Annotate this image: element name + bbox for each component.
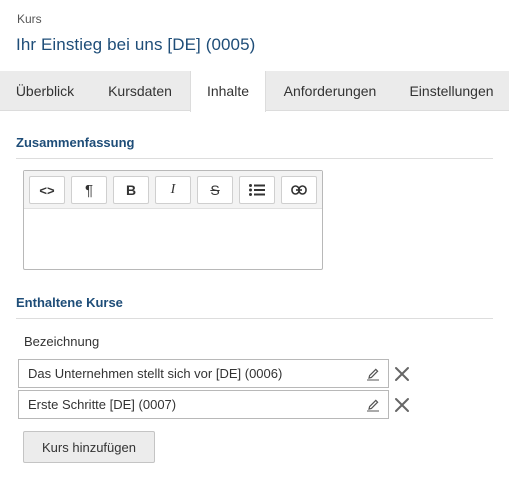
pencil-icon[interactable] xyxy=(366,398,380,412)
included-courses-heading: Enthaltene Kurse xyxy=(16,295,123,310)
course-row: Erste Schritte [DE] (0007) xyxy=(18,390,389,419)
link-icon xyxy=(291,185,307,195)
course-name: Erste Schritte [DE] (0007) xyxy=(28,397,177,412)
paragraph-icon: ¶ xyxy=(84,181,94,199)
pencil-icon[interactable] xyxy=(366,367,380,381)
tab-kursdaten[interactable]: Kursdaten xyxy=(92,71,188,111)
bullet-list-button[interactable] xyxy=(239,176,275,204)
remove-course-icon[interactable] xyxy=(394,397,410,413)
bold-button[interactable]: B xyxy=(113,176,149,204)
bullet-list-icon xyxy=(249,184,265,196)
course-row: Das Unternehmen stellt sich vor [DE] (00… xyxy=(18,359,389,388)
tab-inhalte[interactable]: Inhalte xyxy=(190,71,266,112)
page-kicker: Kurs xyxy=(17,12,42,26)
tab-anforderungen[interactable]: Anforderungen xyxy=(268,71,392,111)
code-view-button[interactable]: <> xyxy=(29,176,65,204)
italic-icon: I xyxy=(170,182,176,197)
column-label-bezeichnung: Bezeichnung xyxy=(24,334,100,349)
summary-editor[interactable]: <> ¶ B I S xyxy=(23,170,323,270)
remove-course-icon[interactable] xyxy=(394,366,410,382)
included-courses-divider xyxy=(16,318,493,319)
add-course-button[interactable]: Kurs hinzufügen xyxy=(23,431,155,463)
strikethrough-icon: S xyxy=(210,182,220,198)
strikethrough-button[interactable]: S xyxy=(197,176,233,204)
summary-heading: Zusammenfassung xyxy=(16,135,135,150)
course-name: Das Unternehmen stellt sich vor [DE] (00… xyxy=(28,366,283,381)
tab-bar: Überblick Kursdaten Inhalte Anforderunge… xyxy=(0,71,509,112)
tab-einstellungen[interactable]: Einstellungen xyxy=(396,71,507,111)
link-button[interactable] xyxy=(281,176,317,204)
paragraph-button[interactable]: ¶ xyxy=(71,176,107,204)
italic-button[interactable]: I xyxy=(155,176,191,204)
bold-icon: B xyxy=(125,182,137,198)
code-icon: <> xyxy=(39,182,55,198)
tab-ueberblick[interactable]: Überblick xyxy=(0,71,90,111)
summary-divider xyxy=(16,158,493,159)
editor-toolbar: <> ¶ B I S xyxy=(24,171,322,209)
page-title: Ihr Einstieg bei uns [DE] (0005) xyxy=(16,35,256,54)
